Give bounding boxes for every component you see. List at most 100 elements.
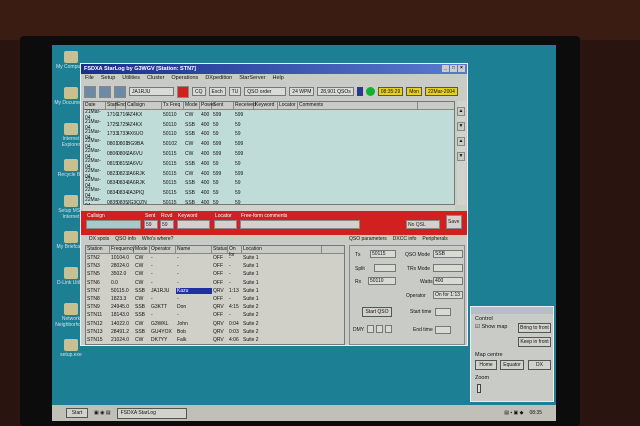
order-select[interactable]: QSO order xyxy=(244,87,287,96)
menu-file[interactable]: File xyxy=(85,75,94,82)
table-row[interactable]: STN5 3502.0 CW - - OFF - Suite 1 xyxy=(86,270,344,278)
log-grid[interactable]: Date Start End Callsign Tx Freq Mode Power Sent… xyxy=(83,101,455,209)
table-row[interactable]: 22Mar-04 0806 0806 JA6VU 50115 CW 400 599 599 xyxy=(84,148,454,160)
menu-utilities[interactable]: Utilities xyxy=(122,75,140,82)
table-row[interactable]: STN6 0.0 CW - - OFF - Suite 1 xyxy=(86,279,344,287)
save-button[interactable]: Save xyxy=(446,215,462,229)
table-row[interactable]: 22Mar-04 0815 0815 JA6VU 50115 SSB 400 59 59 xyxy=(84,158,454,170)
zoom-slider[interactable] xyxy=(477,384,481,393)
column-header[interactable]: Keyword xyxy=(254,102,278,109)
column-header[interactable]: Start xyxy=(106,102,118,109)
operator-select[interactable]: JA1RJU xyxy=(129,87,174,96)
menu-setup[interactable]: Setup xyxy=(101,75,115,82)
table-row[interactable]: 21Mar-04 1716 1716 4Z4KX 50110 CW 400 599 599 xyxy=(84,109,454,121)
table-row[interactable]: STN8 1823.3 CW - - OFF - Suite 1 xyxy=(86,295,344,303)
table-row[interactable]: STN13 28491.2 SSB GU4YOX Bob QRV 0:03 Suite 2 xyxy=(86,328,344,336)
flag-icon[interactable] xyxy=(177,85,189,98)
equator-button[interactable]: Equator xyxy=(500,360,524,370)
menu-help[interactable]: Help xyxy=(273,75,284,82)
qso-mode-select[interactable]: SSB xyxy=(433,250,463,258)
trx-mode-input[interactable] xyxy=(433,264,463,272)
minimize-button[interactable]: _ xyxy=(442,65,449,72)
tab[interactable]: Peripherals xyxy=(422,236,447,242)
quicklaunch-icons[interactable]: ▣ ◉ ▤ xyxy=(94,410,111,416)
tu-button[interactable]: TU xyxy=(228,87,242,96)
table-row[interactable]: STN9 24945.0 SSB G3KTT Don QRV 4:15 Suite 2 xyxy=(86,303,344,311)
table-row[interactable]: 22Mar-04 0834 0834 JA3PIQ 50115 SSB 400 59 59 xyxy=(84,187,454,199)
map-icon[interactable] xyxy=(114,85,126,98)
tab[interactable]: QSO info xyxy=(115,236,136,242)
column-header[interactable]: Callsign xyxy=(126,102,162,109)
cluster-icon[interactable] xyxy=(99,85,111,98)
column-header[interactable]: Station xyxy=(86,246,110,253)
tab[interactable]: QSO parameters xyxy=(349,236,387,242)
column-header[interactable]: End xyxy=(116,102,126,109)
rcvd-input[interactable]: 59 xyxy=(160,220,174,229)
table-row[interactable]: STN7 50115.0 SSB JA1RJU Kazu QRV 1:13 Suite 1 xyxy=(86,287,344,295)
callsign-input[interactable] xyxy=(86,220,141,229)
column-header[interactable]: Locator xyxy=(278,102,298,109)
bring-to-front-button[interactable]: Bring to front xyxy=(518,323,551,333)
table-row[interactable]: 22Mar-04 0834 0834 JA6RJK 50115 SSB 400 59 59 xyxy=(84,177,454,189)
tx-input[interactable]: 50115 xyxy=(370,250,396,258)
menu-operations[interactable]: Operations xyxy=(171,75,198,82)
keep-in-front-button[interactable]: Keep in front xyxy=(518,337,551,347)
menu-dxpedition[interactable]: DXpedition xyxy=(205,75,232,82)
table-row[interactable]: STN15 21024.0 CW DK7YY Falk QRV 4:06 Suite 2 xyxy=(86,336,344,344)
start-button[interactable]: Start xyxy=(66,408,88,418)
globe-icon[interactable] xyxy=(84,85,96,98)
column-header[interactable]: On for xyxy=(228,246,242,258)
tab[interactable]: DX spots xyxy=(89,236,109,242)
column-header[interactable]: Status xyxy=(212,246,228,253)
column-header[interactable]: Mode xyxy=(184,102,200,109)
rx-input[interactable]: 50110 xyxy=(368,277,396,285)
column-header[interactable]: Mode xyxy=(134,246,150,253)
title-bar[interactable]: FSDXA StarLog by G3WGV [Station: STN7] _… xyxy=(81,64,467,74)
map-panel-titlebar[interactable] xyxy=(471,307,553,314)
log-scrollbar[interactable]: ▲ ▼ ▲ ▼ xyxy=(457,101,466,205)
watts-select[interactable]: 400 xyxy=(433,277,463,285)
table-row[interactable]: STN12 14022.0 CW G3WKL John QRV 0:04 Suite 2 xyxy=(86,320,344,328)
table-row[interactable]: 22Mar-04 0823 0823 JA6RJK 50115 CW 400 599 599 xyxy=(84,168,454,180)
column-header[interactable]: Sent xyxy=(212,102,234,109)
year-input[interactable] xyxy=(385,325,392,333)
maximize-button[interactable]: □ xyxy=(450,65,457,72)
table-row[interactable]: STN11 18143.0 SSB - - OFF - Suite 2 xyxy=(86,311,344,319)
column-header[interactable]: Comments xyxy=(298,102,418,109)
start-time-input[interactable] xyxy=(435,308,451,316)
tab[interactable]: DXCC info xyxy=(393,236,417,242)
menu-cluster[interactable]: Cluster xyxy=(147,75,164,82)
column-header[interactable]: Name xyxy=(176,246,212,253)
menu-starserver[interactable]: StarServer xyxy=(239,75,265,82)
qsl-select[interactable]: No QSL xyxy=(406,220,440,229)
stations-grid[interactable]: Station Frequency Mode Operator Name Status On… xyxy=(85,245,345,345)
keyword-input[interactable] xyxy=(177,220,210,229)
tab[interactable]: Who's where? xyxy=(142,236,174,242)
show-map-checkbox[interactable]: ☑ Show map xyxy=(475,324,507,330)
start-qso-button[interactable]: Start QSO xyxy=(362,307,392,317)
column-header[interactable]: Location xyxy=(242,246,322,253)
dx-button[interactable]: DX xyxy=(528,360,551,370)
exch-button[interactable]: Exch xyxy=(208,87,226,96)
column-header[interactable]: Power xyxy=(200,102,215,109)
day-input[interactable] xyxy=(367,325,374,333)
locator-input[interactable] xyxy=(214,220,237,229)
column-header[interactable]: Received xyxy=(234,102,256,109)
table-row[interactable]: 21Mar-04 1733 1733 4X6UO 50110 SSB 400 59 59 xyxy=(84,129,454,141)
column-header[interactable]: Operator xyxy=(150,246,176,253)
taskbar-starlog[interactable]: FSDXA StarLog xyxy=(116,407,187,419)
column-header[interactable]: Frequency xyxy=(110,246,135,253)
table-row[interactable]: 22Mar-04 0801 0801 BG9BA 50102 CW 400 599 599 xyxy=(84,138,454,150)
close-button[interactable]: × xyxy=(458,65,465,72)
table-row[interactable]: STN3 28024.0 CW - - OFF - Suite 1 xyxy=(86,262,344,270)
cq-button[interactable]: CQ xyxy=(192,87,206,96)
column-header[interactable]: Tx Freq xyxy=(162,102,184,109)
home-button[interactable]: Home xyxy=(475,360,497,370)
end-time-input[interactable] xyxy=(435,326,451,334)
comments-input[interactable] xyxy=(240,220,360,229)
month-input[interactable] xyxy=(376,325,383,333)
table-row[interactable]: STN2 10104.0 CW - - OFF - Suite 1 xyxy=(86,254,344,262)
sent-input[interactable]: 59 xyxy=(144,220,158,229)
split-input[interactable] xyxy=(374,264,396,272)
table-row[interactable]: 21Mar-04 1725 1725 4Z4KX 50110 SSB 400 59 59 xyxy=(84,119,454,131)
